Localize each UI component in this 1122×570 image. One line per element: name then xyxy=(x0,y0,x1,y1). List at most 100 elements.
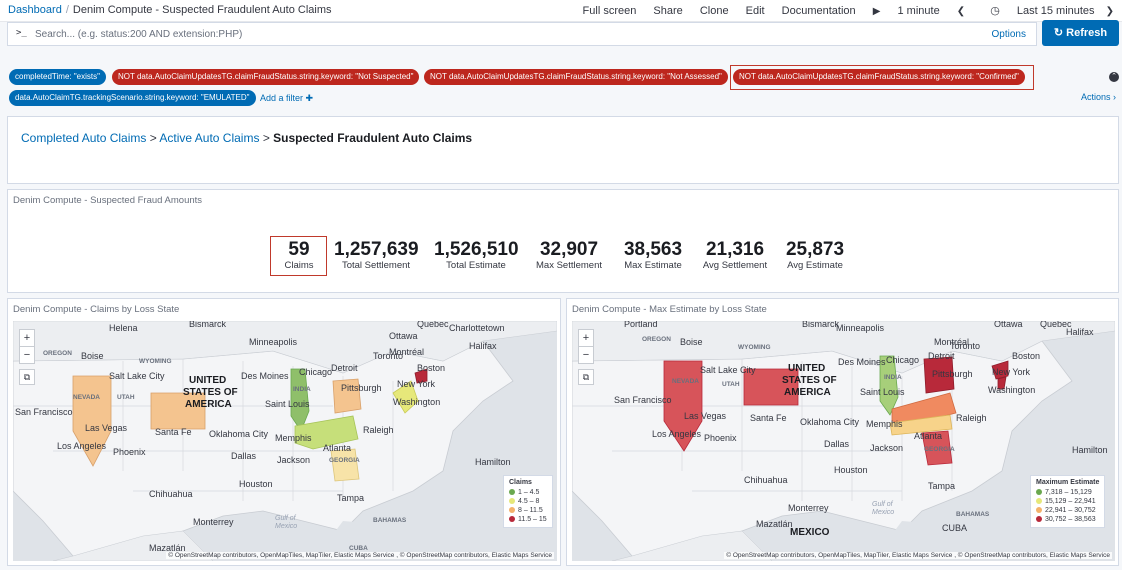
legend-swatch xyxy=(509,507,515,513)
map-label: Mexico xyxy=(872,509,895,516)
map-label: Atlanta xyxy=(914,431,943,441)
fit-bounds-icon[interactable]: ⧉ xyxy=(578,369,594,385)
metric-label: Max Estimate xyxy=(624,260,682,271)
time-range-label: Last 15 minutes xyxy=(1016,5,1095,17)
map-label: Hamilton xyxy=(475,457,511,467)
legend-label: 22,941 – 30,752 xyxy=(1045,507,1096,514)
documentation-button[interactable]: Documentation xyxy=(782,5,856,17)
map-label: Detroit xyxy=(928,351,955,361)
options-button[interactable]: Options xyxy=(992,29,1026,40)
estimate-map-panel: Denim Compute - Max Estimate by Loss Sta… xyxy=(566,298,1119,566)
fit-bounds-icon[interactable]: ⧉ xyxy=(19,369,35,385)
map-label: UNITED xyxy=(189,375,227,386)
filter-pill[interactable]: NOT data.AutoClaimUpdatesTG.claimFraudSt… xyxy=(424,69,728,85)
map-label: Houston xyxy=(834,465,868,475)
navigation-panel: Completed Auto Claims > Active Auto Clai… xyxy=(7,116,1119,184)
map-label: Toronto xyxy=(950,341,981,351)
state-georgia xyxy=(330,448,360,482)
breadcrumb-separator: > xyxy=(149,131,157,145)
map-label: Quebec xyxy=(417,321,449,329)
map-label: Boise xyxy=(680,337,703,347)
map-label: BAHAMAS xyxy=(956,511,990,518)
breadcrumb-separator: / xyxy=(65,4,69,16)
estimate-map[interactable]: + − ⧉ Portland Bismarck Minneapolis Otta… xyxy=(572,321,1115,561)
refresh-interval[interactable]: 1 minute xyxy=(898,5,940,17)
map-label: Tampa xyxy=(928,481,956,491)
zoom-in-button[interactable]: + xyxy=(20,330,34,346)
metric-label: Total Settlement xyxy=(341,260,411,271)
chevron-right-icon[interactable]: ❯ xyxy=(1106,6,1114,17)
map-label: San Francisco xyxy=(15,407,73,417)
map-label: San Francisco xyxy=(614,395,672,405)
metric-value: 25,873 xyxy=(785,239,845,260)
legend-item: 4.5 – 8 xyxy=(509,497,547,506)
share-button[interactable]: Share xyxy=(653,5,682,17)
breadcrumb-current: Denim Compute - Suspected Fraudulent Aut… xyxy=(72,4,332,16)
map-label: Las Vegas xyxy=(85,423,128,433)
map-label: Bismarck xyxy=(189,321,227,329)
map-label: Las Vegas xyxy=(684,411,727,421)
map-label: UTAH xyxy=(117,394,135,401)
map-label: UTAH xyxy=(722,381,740,388)
map-label: GEORGIA xyxy=(924,446,955,453)
refresh-button[interactable]: ↻ Refresh xyxy=(1042,20,1119,46)
play-icon[interactable]: ▶ xyxy=(873,6,881,17)
map-label: Chicago xyxy=(299,367,333,377)
map-label: CUBA xyxy=(349,545,368,552)
completed-claims-link[interactable]: Completed Auto Claims xyxy=(21,131,146,145)
map-label: Ottawa xyxy=(994,321,1023,329)
map-label: INDIA xyxy=(293,386,311,393)
zoom-controls: + − xyxy=(19,329,35,364)
map-label: Des Moines xyxy=(241,371,289,381)
legend-swatch xyxy=(1036,507,1042,513)
edit-button[interactable]: Edit xyxy=(746,5,765,17)
map-label: Santa Fe xyxy=(750,413,787,423)
zoom-in-button[interactable]: + xyxy=(579,330,593,346)
active-claims-link[interactable]: Active Auto Claims xyxy=(159,131,259,145)
map-label: Jackson xyxy=(277,455,311,465)
map-label: Monterrey xyxy=(788,503,829,513)
search-row: >_ Search... (e.g. status:200 AND extens… xyxy=(0,22,1122,48)
claims-map[interactable]: + − ⧉ Helena Bismarck Quebec Charlotteto… xyxy=(13,321,557,561)
breadcrumb-dashboard-link[interactable]: Dashboard xyxy=(8,4,62,16)
metric-value: 59 xyxy=(288,239,310,260)
time-picker[interactable]: ◷ Last 15 minutes xyxy=(976,5,1094,17)
metric-total-settlement: 1,257,639 Total Settlement xyxy=(334,239,419,272)
filter-pill[interactable]: completedTime: "exists" xyxy=(9,69,106,85)
refresh-icon: ↻ xyxy=(1053,27,1064,39)
actions-button[interactable]: Actions › xyxy=(1081,92,1116,102)
map-label: Los Angeles xyxy=(57,441,107,451)
add-filter-button[interactable]: Add a filter ✚ xyxy=(260,93,313,104)
map-attribution: © OpenStreetMap contributors, OpenMapTil… xyxy=(166,552,554,559)
header-actions: Full screen Share Clone Edit Documentati… xyxy=(569,4,1114,17)
map-label: Ottawa xyxy=(389,331,418,341)
map-label: NEVADA xyxy=(672,378,699,385)
filter-pill[interactable]: NOT data.AutoClaimUpdatesTG.claimFraudSt… xyxy=(112,69,420,85)
map-label: OREGON xyxy=(642,336,671,343)
legend-swatch xyxy=(509,516,515,522)
map-label: Portland xyxy=(624,321,658,329)
map-label: Saint Louis xyxy=(860,387,905,397)
legend-swatch xyxy=(509,498,515,504)
zoom-out-button[interactable]: − xyxy=(579,346,593,363)
search-input[interactable]: >_ Search... (e.g. status:200 AND extens… xyxy=(7,22,1037,46)
map-label: STATES OF xyxy=(782,375,837,386)
legend-label: 11.5 – 15 xyxy=(518,516,547,523)
map-label: Bismarck xyxy=(802,321,840,329)
map-label: Pittsburgh xyxy=(932,369,973,379)
map-label: Memphis xyxy=(866,419,903,429)
map-label: Boise xyxy=(81,351,104,361)
add-filter-label: Add a filter xyxy=(260,93,304,103)
map-label: Boston xyxy=(417,363,446,373)
full-screen-button[interactable]: Full screen xyxy=(583,5,637,17)
zoom-out-button[interactable]: − xyxy=(20,346,34,363)
chevron-left-icon[interactable]: ❮ xyxy=(957,6,965,17)
highlight-box xyxy=(730,65,1034,90)
map-label: Atlanta xyxy=(323,443,352,453)
clone-button[interactable]: Clone xyxy=(700,5,729,17)
map-label: Pittsburgh xyxy=(341,383,382,393)
collapse-icon[interactable]: ⌃ xyxy=(1109,72,1119,82)
map-label: INDIA xyxy=(884,374,902,381)
filter-pill[interactable]: data.AutoClaimTG.trackingScenario.string… xyxy=(9,90,256,106)
metric-value: 1,257,639 xyxy=(334,239,419,260)
